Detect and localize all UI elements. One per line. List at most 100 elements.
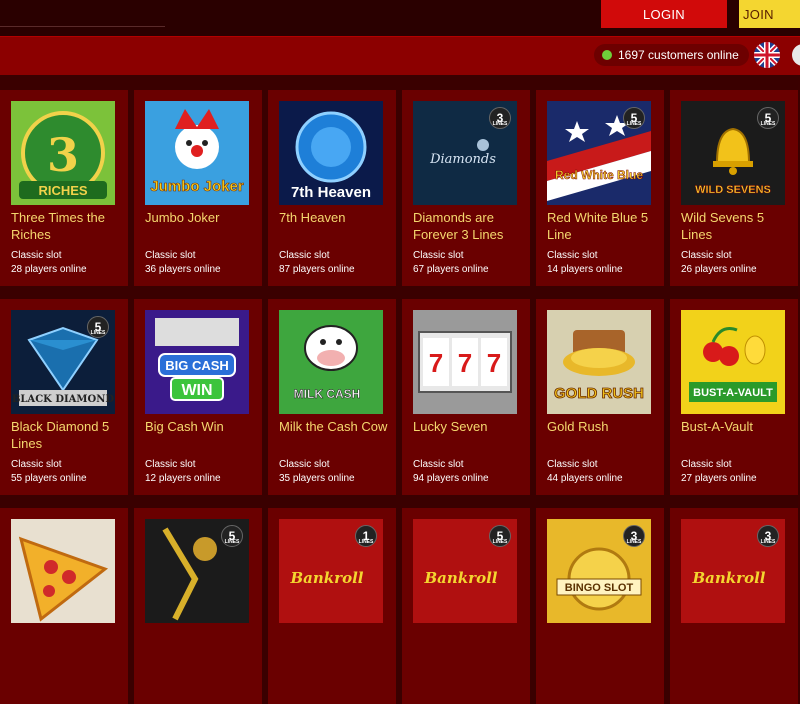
game-card[interactable]: BIG CASH WIN Big Cash Win Classic slot 1… xyxy=(134,299,262,495)
game-card[interactable]: WILD SEVENS 5 LINES Wild Sevens 5 Lines C… xyxy=(670,90,798,286)
game-thumbnail[interactable]: Bankroll 1 LINES xyxy=(279,519,383,623)
game-card[interactable]: Diamonds 3 LINES Diamonds are Forever 3 L… xyxy=(402,90,530,286)
game-title[interactable]: Diamonds are Forever 3 Lines xyxy=(413,209,525,243)
game-card[interactable]: 7 7 7 Lucky Seven Classic slot 94 player… xyxy=(402,299,530,495)
players-online: 44 players online xyxy=(547,473,623,484)
lines-badge: 5 LINES xyxy=(623,107,645,129)
game-title[interactable]: Jumbo Joker xyxy=(145,209,257,226)
game-card[interactable]: 5 LINES xyxy=(134,508,262,704)
svg-text:BLACK DIAMOND: BLACK DIAMOND xyxy=(12,394,114,405)
game-card[interactable]: Bankroll 1 LINES xyxy=(268,508,396,704)
lines-badge: 3 LINES xyxy=(489,107,511,129)
lines-badge: 1 LINES xyxy=(355,525,377,547)
game-thumbnail[interactable]: 5 LINES xyxy=(145,519,249,623)
players-online: 67 players online xyxy=(413,264,489,275)
svg-text:MILK CASH: MILK CASH xyxy=(294,387,361,401)
game-type: Classic slot xyxy=(547,459,598,470)
uk-flag-icon[interactable] xyxy=(754,42,780,68)
game-thumbnail[interactable]: BLACK DIAMOND 5 LINES xyxy=(11,310,115,414)
game-thumbnail[interactable]: Jumbo Joker xyxy=(145,101,249,205)
lines-badge: 3 LINES xyxy=(757,525,779,547)
online-status-icon xyxy=(602,50,612,60)
game-thumbnail[interactable]: 7 7 7 xyxy=(413,310,517,414)
game-title[interactable]: Three Times the Riches xyxy=(11,209,123,243)
game-title[interactable]: Red White Blue 5 Line xyxy=(547,209,659,243)
svg-text:Diamonds: Diamonds xyxy=(429,152,496,167)
game-thumbnail[interactable]: GOLD RUSH xyxy=(547,310,651,414)
game-card[interactable]: Jumbo Joker Jumbo Joker Classic slot 36 … xyxy=(134,90,262,286)
game-thumbnail[interactable]: WILD SEVENS 5 LINES xyxy=(681,101,785,205)
game-type: Classic slot xyxy=(681,459,732,470)
players-online: 27 players online xyxy=(681,473,757,484)
game-title[interactable]: Black Diamond 5 Lines xyxy=(11,418,123,452)
game-thumbnail[interactable]: BIG CASH WIN xyxy=(145,310,249,414)
game-thumbnail[interactable] xyxy=(11,519,115,623)
players-online: 87 players online xyxy=(279,264,355,275)
customers-online-text: 1697 customers online xyxy=(618,48,739,62)
lines-badge: 3 LINES xyxy=(623,525,645,547)
svg-text:3: 3 xyxy=(47,128,79,182)
game-thumbnail[interactable]: Diamonds 3 LINES xyxy=(413,101,517,205)
game-card[interactable] xyxy=(0,508,128,704)
game-thumbnail[interactable]: BUST-A-VAULT xyxy=(681,310,785,414)
svg-text:Red White Blue: Red White Blue xyxy=(555,168,643,182)
lines-badge: 5 LINES xyxy=(221,525,243,547)
game-thumbnail[interactable]: Bankroll 5 LINES xyxy=(413,519,517,623)
game-card[interactable]: Red White Blue 5 LINES Red White Blue 5 L… xyxy=(536,90,664,286)
players-online: 35 players online xyxy=(279,473,355,484)
game-card[interactable]: BINGO SLOT 3 LINES xyxy=(536,508,664,704)
svg-text:WILD SEVENS: WILD SEVENS xyxy=(695,184,771,196)
svg-text:RICHES: RICHES xyxy=(38,183,87,198)
game-type: Classic slot xyxy=(279,250,330,261)
players-online: 36 players online xyxy=(145,264,221,275)
lines-badge: 5 LINES xyxy=(757,107,779,129)
players-online: 94 players online xyxy=(413,473,489,484)
game-card[interactable]: BLACK DIAMOND 5 LINES Black Diamond 5 Lin… xyxy=(0,299,128,495)
svg-text:BINGO SLOT: BINGO SLOT xyxy=(565,582,634,594)
players-online: 14 players online xyxy=(547,264,623,275)
game-type: Classic slot xyxy=(11,459,62,470)
game-type: Classic slot xyxy=(279,459,330,470)
join-button[interactable]: JOIN xyxy=(739,0,800,28)
game-thumbnail[interactable]: MILK CASH xyxy=(279,310,383,414)
game-title[interactable]: Gold Rush xyxy=(547,418,659,435)
game-title[interactable]: Milk the Cash Cow xyxy=(279,418,391,435)
svg-text:7th Heaven: 7th Heaven xyxy=(291,184,371,201)
svg-text:7: 7 xyxy=(487,348,501,378)
game-type: Classic slot xyxy=(547,250,598,261)
svg-text:Bankroll: Bankroll xyxy=(691,569,765,587)
game-title[interactable]: Big Cash Win xyxy=(145,418,257,435)
game-card[interactable]: 7th Heaven 7th Heaven Classic slot 87 pl… xyxy=(268,90,396,286)
customers-online-badge: 1697 customers online xyxy=(594,44,749,66)
game-thumbnail[interactable]: 7th Heaven xyxy=(279,101,383,205)
game-card[interactable]: 3 RICHES Three Times the Riches Classic … xyxy=(0,90,128,286)
game-card[interactable]: BUST-A-VAULT Bust-A-Vault Classic slot 2… xyxy=(670,299,798,495)
game-thumbnail[interactable]: Bankroll 3 LINES xyxy=(681,519,785,623)
game-title[interactable]: 7th Heaven xyxy=(279,209,391,226)
game-type: Classic slot xyxy=(11,250,62,261)
game-card[interactable]: Bankroll 5 LINES xyxy=(402,508,530,704)
lines-badge: 5 LINES xyxy=(489,525,511,547)
game-card[interactable]: GOLD RUSH Gold Rush Classic slot 44 play… xyxy=(536,299,664,495)
svg-text:7: 7 xyxy=(458,348,472,378)
login-button[interactable]: LOGIN xyxy=(601,0,727,28)
game-type: Classic slot xyxy=(145,459,196,470)
players-online: 55 players online xyxy=(11,473,87,484)
svg-text:GOLD RUSH: GOLD RUSH xyxy=(554,385,644,402)
game-thumbnail[interactable]: Red White Blue 5 LINES xyxy=(547,101,651,205)
game-type: Classic slot xyxy=(681,250,732,261)
svg-text:7: 7 xyxy=(429,348,443,378)
game-title[interactable]: Wild Sevens 5 Lines xyxy=(681,209,793,243)
game-type: Classic slot xyxy=(413,250,464,261)
game-thumbnail[interactable]: BINGO SLOT 3 LINES xyxy=(547,519,651,623)
game-thumbnail[interactable]: 3 RICHES xyxy=(11,101,115,205)
players-online: 28 players online xyxy=(11,264,87,275)
game-type: Classic slot xyxy=(145,250,196,261)
game-card[interactable]: MILK CASH Milk the Cash Cow Classic slot… xyxy=(268,299,396,495)
lines-badge: 5 LINES xyxy=(87,316,109,338)
game-card[interactable]: Bankroll 3 LINES xyxy=(670,508,798,704)
players-online: 12 players online xyxy=(145,473,221,484)
svg-text:BUST-A-VAULT: BUST-A-VAULT xyxy=(693,387,773,399)
game-title[interactable]: Bust-A-Vault xyxy=(681,418,793,435)
game-title[interactable]: Lucky Seven xyxy=(413,418,525,435)
